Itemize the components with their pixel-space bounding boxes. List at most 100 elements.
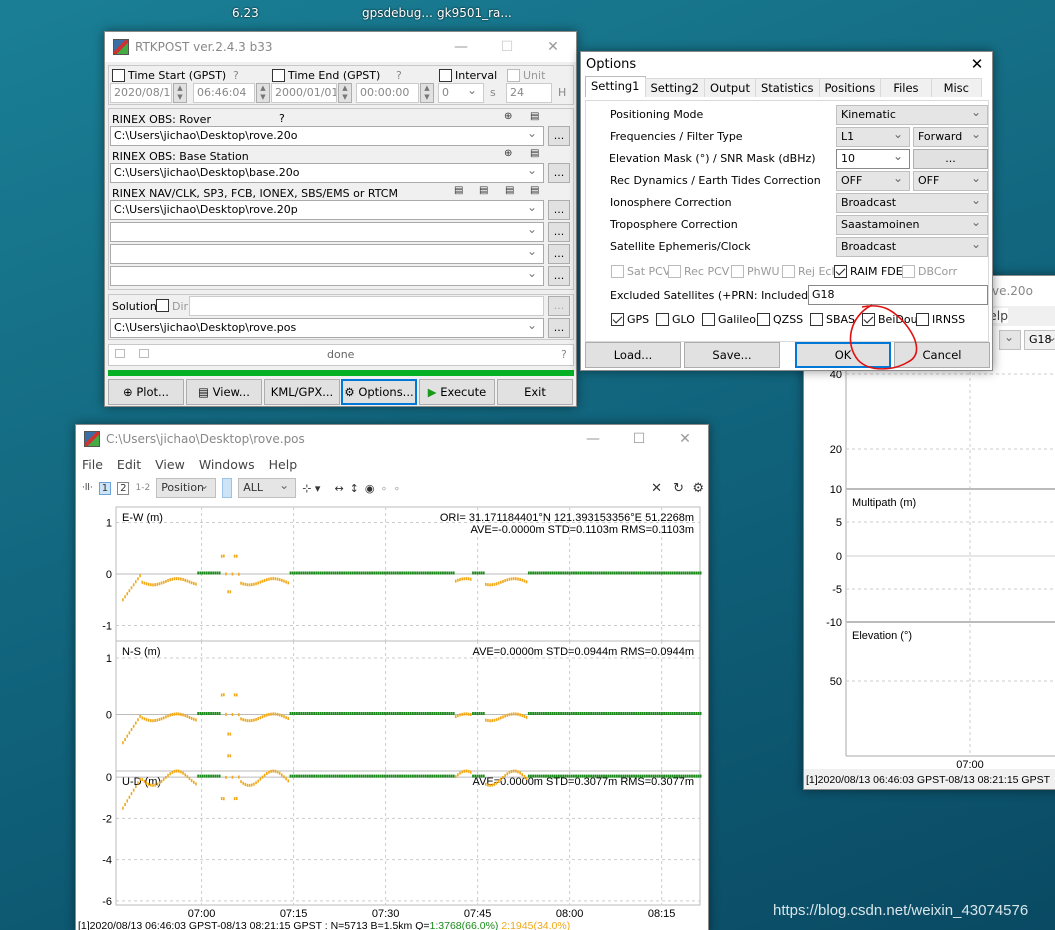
dropdown[interactable]	[999, 328, 1021, 350]
position-plot[interactable]: 1 0 -1 E-W (m) ORI= 31.171184401°N 121.39315…	[76, 503, 708, 923]
help-icon[interactable]: ?	[233, 69, 239, 82]
snr-mask-button[interactable]: ...	[913, 149, 988, 169]
interval-select[interactable]: 0	[438, 83, 484, 103]
start-time-field[interactable]: 06:46:04	[193, 83, 255, 103]
plot-2-button[interactable]: 2	[117, 481, 130, 495]
fit-horizontal-icon[interactable]: ↔	[334, 482, 343, 495]
animate-icon[interactable]: ∘	[380, 482, 387, 495]
gear-icon[interactable]: ⚙	[692, 481, 704, 496]
close-button[interactable]: ✕	[530, 39, 576, 55]
tab-misc[interactable]: Misc	[930, 78, 982, 97]
start-time-spinner[interactable]: ▲ ▼	[256, 83, 270, 103]
interval-checkbox[interactable]	[439, 69, 452, 82]
quality-selector[interactable]	[222, 478, 233, 498]
gps-checkbox[interactable]: GPS	[611, 313, 649, 326]
galileo-checkbox[interactable]: Galileo	[702, 313, 756, 326]
menu-help[interactable]: Help	[269, 457, 298, 472]
nav-file-input-2[interactable]	[110, 222, 544, 242]
execute-button[interactable]: ▶ Execute	[419, 379, 495, 405]
help-icon[interactable]: ?	[396, 69, 402, 82]
rec-dynamics-select[interactable]: OFF	[836, 169, 910, 191]
tab-positions[interactable]: Positions	[818, 78, 882, 97]
plot-12-button[interactable]: 1-2	[135, 483, 150, 493]
maximize-button[interactable]: ☐	[616, 431, 662, 447]
exit-button[interactable]: Exit	[497, 379, 573, 405]
nav-file-input-1[interactable]: C:\Users\jichao\Desktop\rove.20p	[110, 200, 544, 220]
plot-icon[interactable]: ⊕	[504, 148, 512, 159]
end-date-spinner[interactable]: ▲ ▼	[338, 83, 352, 103]
nav-file-input-4[interactable]	[110, 266, 544, 286]
nav-browse-button-3[interactable]: ...	[548, 244, 570, 264]
fit-vertical-icon[interactable]: ↕	[350, 482, 359, 495]
end-date-field[interactable]: 2000/01/01	[271, 83, 337, 103]
end-time-spinner[interactable]: ▲ ▼	[420, 83, 434, 103]
time-start-checkbox[interactable]	[112, 69, 125, 82]
start-date-spinner[interactable]: ▲ ▼	[173, 83, 187, 103]
solution-file-input[interactable]: C:\Users\jichao\Desktop\rove.pos	[110, 318, 544, 338]
start-date-field[interactable]: 2020/08/13	[110, 83, 172, 103]
view-icon[interactable]: ▤	[530, 185, 539, 196]
help-icon[interactable]: ?	[561, 348, 567, 361]
positioning-mode-select[interactable]: Kinematic	[836, 103, 988, 125]
nav-file-input-3[interactable]	[110, 244, 544, 264]
rover-file-input[interactable]: C:\Users\jichao\Desktop\rove.20o	[110, 126, 544, 146]
view-icon[interactable]: ▤	[530, 148, 539, 159]
base-file-input[interactable]: C:\Users\jichao\Desktop\base.20o	[110, 163, 544, 183]
plot-button[interactable]: ⊕ Plot...	[108, 379, 184, 405]
connect-icon[interactable]: ·ll·	[82, 483, 93, 493]
save-button[interactable]: Save...	[684, 342, 780, 368]
load-button[interactable]: Load...	[585, 342, 681, 368]
unit-field[interactable]: 24	[506, 83, 552, 103]
maximize-button[interactable]: ☐	[484, 39, 530, 55]
ephemeris-select[interactable]: Broadcast	[836, 235, 988, 257]
minimize-button[interactable]: —	[438, 39, 484, 55]
view-icon[interactable]: ▤	[505, 185, 514, 196]
end-time-field[interactable]: 00:00:00	[356, 83, 419, 103]
tab-setting2[interactable]: Setting2	[644, 78, 705, 97]
plot-1-button[interactable]: 1	[98, 481, 112, 495]
animate-icon-2[interactable]: ∘	[393, 482, 400, 495]
rec-pcv-checkbox[interactable]: Rec PCV	[668, 265, 729, 278]
menu-file[interactable]: File	[82, 457, 103, 472]
ionosphere-select[interactable]: Broadcast	[836, 191, 988, 213]
frequency-select[interactable]: L1	[836, 125, 910, 147]
base-browse-button[interactable]: ...	[548, 163, 570, 183]
menu-view[interactable]: View	[155, 457, 185, 472]
unit-checkbox[interactable]	[507, 69, 520, 82]
earth-tides-select[interactable]: OFF	[913, 169, 988, 191]
elevation-mask-select[interactable]: 10	[836, 147, 910, 169]
qzss-checkbox[interactable]: QZSS	[757, 313, 803, 326]
dir-input[interactable]	[189, 296, 544, 316]
glo-checkbox[interactable]: GLO	[656, 313, 695, 326]
view-icon[interactable]: ▤	[479, 185, 488, 196]
desktop-icon-label[interactable]: gpsdebug...	[362, 6, 433, 20]
dbcorr-checkbox[interactable]: DBCorr	[902, 265, 957, 278]
options-button[interactable]: ⚙ Options...	[341, 379, 417, 405]
view-icon[interactable]: ▤	[454, 185, 463, 196]
raim-fde-checkbox[interactable]: RAIM FDE	[834, 265, 903, 278]
clear-icon[interactable]: ✕	[651, 481, 662, 496]
center-icon[interactable]: ⊹ ▾	[302, 482, 320, 495]
reload-icon[interactable]: ↻	[673, 481, 684, 496]
menu-edit[interactable]: Edit	[117, 457, 141, 472]
tab-setting1[interactable]: Setting1	[585, 76, 646, 97]
time-end-checkbox[interactable]	[272, 69, 285, 82]
help-icon[interactable]: ?	[279, 112, 285, 125]
close-button[interactable]: ✕	[662, 431, 708, 447]
view-button[interactable]: ▤ View...	[186, 379, 262, 405]
nav-browse-button-1[interactable]: ...	[548, 200, 570, 220]
satellite-select[interactable]: G18	[1024, 328, 1055, 350]
rover-browse-button[interactable]: ...	[548, 126, 570, 146]
dir-browse-button[interactable]: ...	[548, 296, 570, 316]
nav-browse-button-2[interactable]: ...	[548, 222, 570, 242]
desktop-icon-label[interactable]: 6.23	[232, 6, 259, 20]
tab-files[interactable]: Files	[880, 78, 932, 97]
obs-plot-area[interactable]: 40 20 10 5 0 -5 -10 50 Multipath (m) Elevation (°…	[804, 354, 1055, 771]
dir-checkbox[interactable]	[156, 299, 169, 312]
menu-windows[interactable]: Windows	[199, 457, 255, 472]
solution-browse-button[interactable]: ...	[548, 318, 570, 338]
desktop-icon-label[interactable]: gk9501_ra...	[437, 6, 512, 20]
tab-output[interactable]: Output	[704, 78, 756, 97]
troposphere-select[interactable]: Saastamoinen	[836, 213, 988, 235]
satellite-select[interactable]: ALL	[238, 476, 297, 498]
